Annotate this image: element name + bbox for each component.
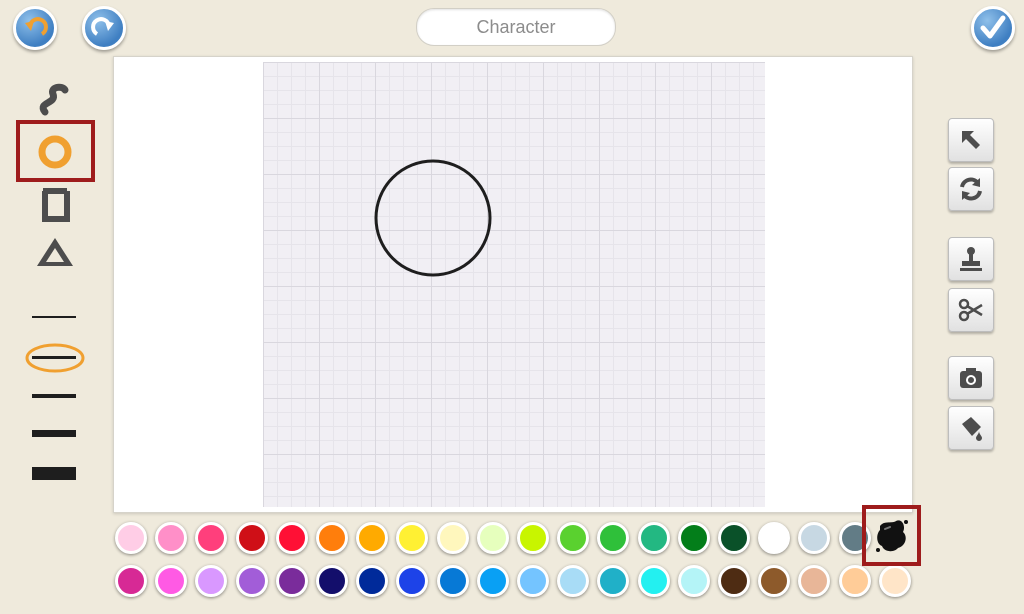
line-width-medium[interactable] [32, 394, 76, 398]
color-swatch[interactable] [637, 522, 670, 554]
fill-button[interactable] [948, 406, 994, 450]
selected-line-width-highlight [25, 343, 85, 373]
stamp-icon [960, 247, 982, 271]
wave-pen-icon [39, 83, 69, 116]
color-swatch[interactable] [517, 522, 549, 554]
color-swatch[interactable] [878, 565, 911, 597]
color-swatch[interactable] [275, 522, 308, 554]
undo-button[interactable] [13, 6, 57, 50]
character-name-field[interactable]: Character [416, 8, 616, 46]
rotate-icon [960, 177, 982, 201]
drawing-canvas[interactable] [113, 56, 913, 513]
undo-icon [25, 17, 48, 36]
color-swatch[interactable] [396, 522, 429, 554]
done-button[interactable] [971, 6, 1015, 50]
color-swatch[interactable] [557, 565, 590, 597]
camera-icon [960, 368, 982, 388]
color-swatch[interactable] [476, 565, 509, 597]
color-swatch[interactable] [798, 522, 831, 554]
triangle-tool[interactable] [30, 232, 80, 272]
color-swatch[interactable] [677, 522, 710, 554]
drawing-grid[interactable] [263, 62, 765, 507]
color-swatch[interactable] [316, 522, 348, 554]
select-arrow-button[interactable] [948, 118, 994, 162]
ink-splat-icon [875, 519, 908, 552]
color-swatch[interactable] [195, 522, 228, 554]
color-swatch[interactable] [517, 565, 549, 597]
camera-button[interactable] [948, 356, 994, 400]
wave-pen-tool[interactable] [30, 80, 80, 120]
drawn-circle[interactable] [374, 159, 492, 277]
color-swatch[interactable] [557, 522, 590, 554]
color-black-ink[interactable] [866, 509, 917, 562]
color-swatch[interactable] [155, 522, 188, 554]
rectangle-tool[interactable] [30, 184, 80, 226]
color-swatch[interactable] [436, 565, 469, 597]
triangle-icon [37, 238, 73, 266]
color-swatch[interactable] [597, 565, 630, 597]
redo-button[interactable] [82, 6, 126, 50]
paint-bucket-icon [962, 417, 982, 441]
line-width-thick[interactable] [32, 430, 76, 437]
color-swatch[interactable] [758, 565, 791, 597]
line-width-thin[interactable] [32, 316, 76, 318]
canvas-shapes [374, 159, 492, 277]
color-swatch[interactable] [798, 565, 831, 597]
color-swatch[interactable] [396, 565, 429, 597]
color-swatch[interactable] [758, 522, 791, 554]
color-swatch[interactable] [637, 565, 670, 597]
color-swatch[interactable] [436, 522, 469, 554]
color-swatch[interactable] [597, 522, 630, 554]
color-swatch[interactable] [115, 565, 147, 597]
color-swatch[interactable] [356, 565, 389, 597]
page-title: Character [476, 16, 556, 37]
color-swatch[interactable] [677, 565, 710, 597]
color-swatch[interactable] [476, 522, 509, 554]
color-swatch[interactable] [838, 565, 871, 597]
color-swatch[interactable] [115, 522, 147, 554]
color-swatch[interactable] [718, 565, 750, 597]
color-swatch[interactable] [316, 565, 348, 597]
color-swatch[interactable] [235, 565, 268, 597]
color-swatch[interactable] [195, 565, 228, 597]
line-width-extra-thick[interactable] [32, 467, 76, 480]
circle-tool-icon [38, 135, 72, 169]
color-swatch[interactable] [155, 565, 188, 597]
scissors-icon [958, 298, 983, 322]
color-swatch[interactable] [235, 522, 268, 554]
stamp-button[interactable] [948, 237, 994, 281]
cut-button[interactable] [948, 288, 994, 332]
rectangle-icon [42, 188, 70, 222]
checkmark-icon [980, 15, 1006, 39]
arrow-select-icon [962, 131, 980, 149]
rotate-button[interactable] [948, 167, 994, 211]
redo-icon [91, 17, 114, 36]
color-swatch[interactable] [718, 522, 750, 554]
circle-tool[interactable] [22, 126, 88, 178]
color-swatch[interactable] [356, 522, 389, 554]
color-swatch[interactable] [275, 565, 308, 597]
